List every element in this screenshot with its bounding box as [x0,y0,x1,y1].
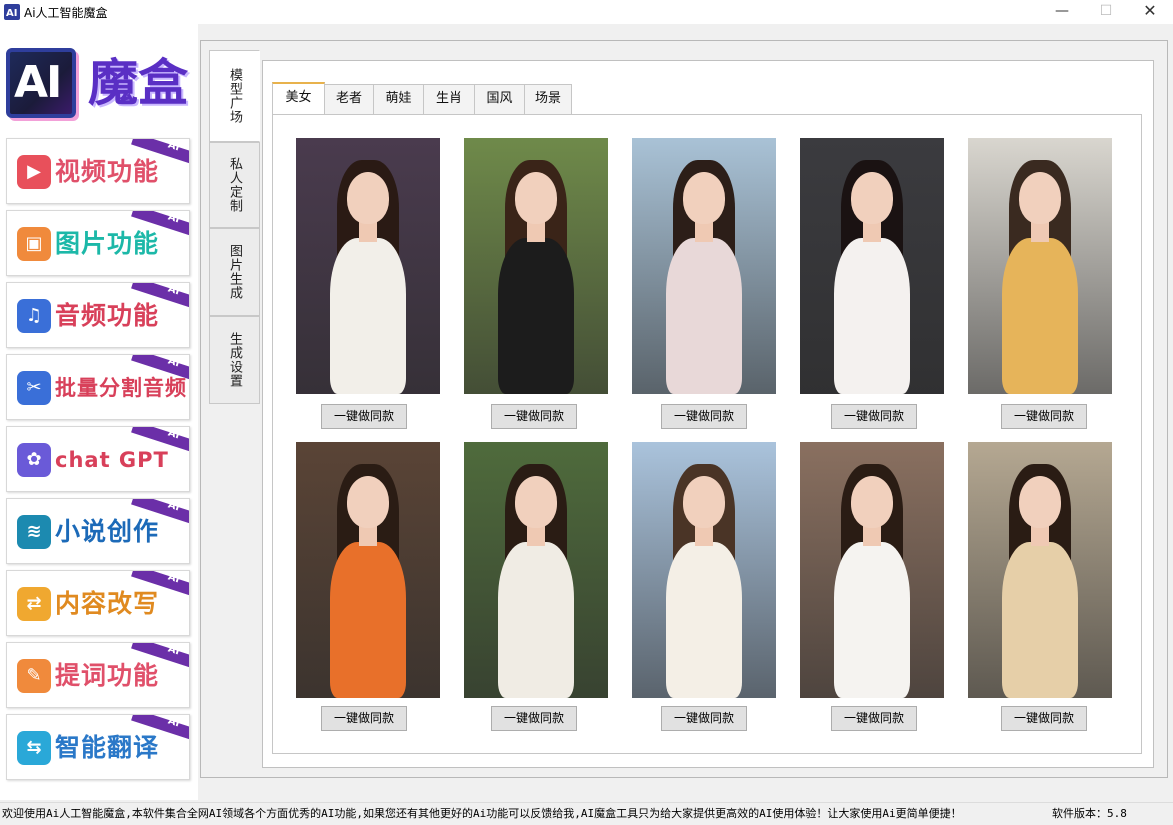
sidebar-item-novel[interactable]: AI ≋ 小说创作 [6,498,190,564]
figure-outfit [666,542,742,698]
tab-category-3[interactable]: 生肖 [423,84,475,114]
model-thumbnail[interactable] [296,442,440,698]
model-thumbnail[interactable] [800,138,944,394]
svg-text:AI: AI [6,8,17,19]
minimize-icon[interactable]: — [1040,0,1084,24]
sidebar-item-video[interactable]: AI ▶ 视频功能 [6,138,190,204]
tab-vertical-0[interactable]: 模型广场 [209,50,260,142]
figure-outfit [498,238,574,394]
sidebar-item-translate[interactable]: AI ⇆ 智能翻译 [6,714,190,780]
figure-face [515,172,557,224]
sidebar-item-label: chat GPT [55,448,169,472]
split-audio-icon: ✂ [17,371,51,405]
figure-face [1019,476,1061,528]
tab-category-5[interactable]: 场景 [524,84,572,114]
make-same-button[interactable]: 一键做同款 [1001,706,1087,731]
logo-name: 魔盒 [88,54,188,112]
sidebar-item-label: 批量分割音频 [55,376,187,400]
logo-badge: AI [6,48,76,118]
figure-face [347,476,389,528]
sidebar-item-prompt[interactable]: AI ✎ 提词功能 [6,642,190,708]
figure-outfit [330,542,406,698]
logo-badge-text: AI [14,57,62,108]
make-same-button[interactable]: 一键做同款 [491,404,577,429]
sidebar-item-image[interactable]: AI ▣ 图片功能 [6,210,190,276]
tab-vertical-2[interactable]: 图片生成 [209,228,260,316]
figure-face [683,172,725,224]
sidebar-item-label: 内容改写 [55,589,160,618]
title-bar: AI Ai人工智能魔盒 — ☐ ✕ [0,0,1173,24]
figure-face [515,476,557,528]
model-thumbnail[interactable] [968,442,1112,698]
sidebar-item-label: 图片功能 [55,229,160,258]
novel-icon: ≋ [17,515,51,549]
figure-face [851,172,893,224]
close-icon[interactable]: ✕ [1128,0,1172,24]
sidebar-item-gpt[interactable]: AI ✿ chat GPT [6,426,190,492]
figure-outfit [1002,542,1078,698]
sidebar-item-label: 智能翻译 [55,733,160,762]
model-thumbnail[interactable] [632,442,776,698]
figure-outfit [330,238,406,394]
make-same-button[interactable]: 一键做同款 [831,404,917,429]
figure-face [851,476,893,528]
figure-face [1019,172,1061,224]
model-thumbnail[interactable] [464,138,608,394]
model-thumbnail[interactable] [632,138,776,394]
sidebar: AI 魔盒 AI ▶ 视频功能 AI ▣ 图片功能 AI ♫ 音频功能 AI ✂ 批量分割音频 AI ✿ c… [0,24,198,800]
make-same-button[interactable]: 一键做同款 [831,706,917,731]
sidebar-item-music[interactable]: AI ♫ 音频功能 [6,282,190,348]
figure-outfit [498,542,574,698]
gpt-icon: ✿ [17,443,51,477]
image-icon: ▣ [17,227,51,261]
make-same-button[interactable]: 一键做同款 [661,706,747,731]
make-same-button[interactable]: 一键做同款 [491,706,577,731]
status-message: 欢迎使用Ai人工智能魔盒,本软件集合全网AI领域各个方面优秀的AI功能,如果您还… [2,807,962,820]
tab-category-0[interactable]: 美女 [272,82,325,115]
make-same-button[interactable]: 一键做同款 [321,706,407,731]
figure-outfit [834,542,910,698]
figure-face [683,476,725,528]
app-icon: AI [4,4,20,20]
sidebar-item-split-audio[interactable]: AI ✂ 批量分割音频 [6,354,190,420]
figure-outfit [666,238,742,394]
rewrite-icon: ⇄ [17,587,51,621]
translate-icon: ⇆ [17,731,51,765]
maximize-icon[interactable]: ☐ [1084,0,1128,24]
model-thumbnail[interactable] [296,138,440,394]
figure-outfit [1002,238,1078,394]
make-same-button[interactable]: 一键做同款 [321,404,407,429]
tab-category-2[interactable]: 萌娃 [373,84,424,114]
sidebar-item-label: 视频功能 [55,157,160,186]
video-icon: ▶ [17,155,51,189]
sidebar-item-label: 提词功能 [55,661,160,690]
figure-outfit [834,238,910,394]
sidebar-item-label: 小说创作 [55,517,160,546]
music-icon: ♫ [17,299,51,333]
tab-category-4[interactable]: 国风 [474,84,525,114]
make-same-button[interactable]: 一键做同款 [661,404,747,429]
model-thumbnail[interactable] [464,442,608,698]
status-bar: 欢迎使用Ai人工智能魔盒,本软件集合全网AI领域各个方面优秀的AI功能,如果您还… [0,802,1173,824]
window-title: Ai人工智能魔盒 [24,6,108,20]
tab-vertical-3[interactable]: 生成设置 [209,316,260,404]
sidebar-item-label: 音频功能 [55,301,160,330]
prompt-icon: ✎ [17,659,51,693]
figure-face [347,172,389,224]
make-same-button[interactable]: 一键做同款 [1001,404,1087,429]
logo: AI 魔盒 [4,42,196,146]
sidebar-item-rewrite[interactable]: AI ⇄ 内容改写 [6,570,190,636]
tab-vertical-1[interactable]: 私人定制 [209,142,260,228]
model-thumbnail[interactable] [800,442,944,698]
model-thumbnail[interactable] [968,138,1112,394]
version-label: 软件版本：5.8 [1052,807,1127,820]
tab-category-1[interactable]: 老者 [324,84,374,114]
